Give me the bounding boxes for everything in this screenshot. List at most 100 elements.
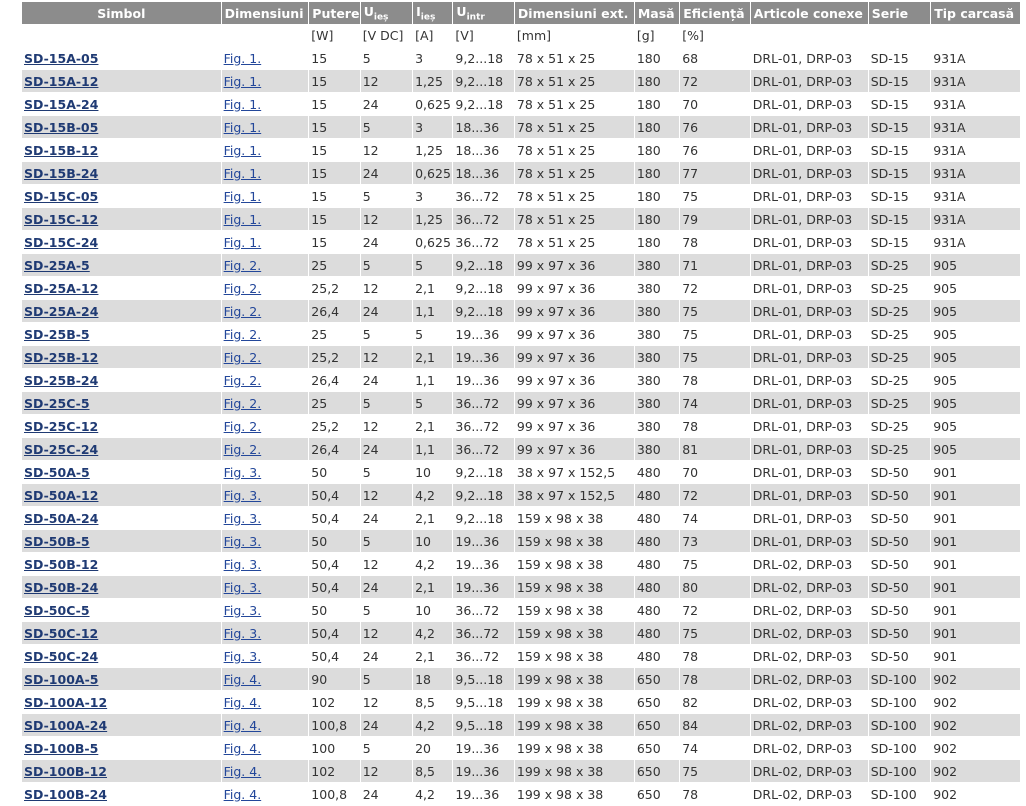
cell-u-out: 24 <box>360 300 413 322</box>
product-symbol-link[interactable]: SD-100B-12 <box>24 764 107 779</box>
figure-link[interactable]: Fig. 3. <box>224 534 262 549</box>
cell-power: 15 <box>309 231 360 253</box>
product-symbol-link[interactable]: SD-50A-5 <box>24 465 90 480</box>
figure-link[interactable]: Fig. 2. <box>224 373 262 388</box>
cell-series: SD-25 <box>868 438 931 460</box>
product-symbol-link[interactable]: SD-15B-24 <box>24 166 98 181</box>
product-symbol-link[interactable]: SD-25A-24 <box>24 304 98 319</box>
figure-link[interactable]: Fig. 4. <box>224 741 262 756</box>
cell-related-articles: DRL-02, DRP-03 <box>750 714 868 736</box>
product-symbol-link[interactable]: SD-50B-12 <box>24 557 98 572</box>
figure-link[interactable]: Fig. 3. <box>224 649 262 664</box>
product-symbol-link[interactable]: SD-100A-24 <box>24 718 107 733</box>
figure-link[interactable]: Fig. 1. <box>224 235 262 250</box>
product-symbol-link[interactable]: SD-15A-12 <box>24 74 98 89</box>
figure-link[interactable]: Fig. 2. <box>224 304 262 319</box>
figure-link[interactable]: Fig. 3. <box>224 626 262 641</box>
figure-link[interactable]: Fig. 1. <box>224 120 262 135</box>
figure-link[interactable]: Fig. 4. <box>224 764 262 779</box>
cell-case-type: 905 <box>931 369 1020 391</box>
figure-link[interactable]: Fig. 2. <box>224 442 262 457</box>
cell-u-in: 19...36 <box>453 553 514 575</box>
figure-link[interactable]: Fig. 1. <box>224 74 262 89</box>
cell-u-in: 9,2...18 <box>453 277 514 299</box>
figure-link[interactable]: Fig. 3. <box>224 580 262 595</box>
product-symbol-link[interactable]: SD-50C-12 <box>24 626 98 641</box>
cell-series: SD-100 <box>868 737 931 759</box>
cell-i-out: 4,2 <box>413 553 453 575</box>
cell-efficiency: 75 <box>680 300 750 322</box>
figure-link[interactable]: Fig. 2. <box>224 396 262 411</box>
product-symbol-link[interactable]: SD-50B-24 <box>24 580 98 595</box>
product-symbol-link[interactable]: SD-100A-5 <box>24 672 98 687</box>
cell-power: 26,4 <box>309 369 360 391</box>
product-symbol-link[interactable]: SD-15C-05 <box>24 189 98 204</box>
cell-case-type: 931A <box>931 231 1020 253</box>
cell-i-out: 2,1 <box>413 415 453 437</box>
figure-link[interactable]: Fig. 3. <box>224 488 262 503</box>
figure-link[interactable]: Fig. 3. <box>224 557 262 572</box>
figure-link[interactable]: Fig. 1. <box>224 212 262 227</box>
product-symbol-link[interactable]: SD-50C-5 <box>24 603 90 618</box>
cell-dimensions-fig: Fig. 1. <box>221 162 309 184</box>
cell-symbol: SD-100B-24 <box>22 783 221 805</box>
product-symbol-link[interactable]: SD-25C-5 <box>24 396 90 411</box>
product-symbol-link[interactable]: SD-50C-24 <box>24 649 98 664</box>
cell-case-type: 905 <box>931 438 1020 460</box>
cell-efficiency: 76 <box>680 139 750 161</box>
figure-link[interactable]: Fig. 2. <box>224 281 262 296</box>
product-symbol-link[interactable]: SD-15A-05 <box>24 51 98 66</box>
figure-link[interactable]: Fig. 3. <box>224 603 262 618</box>
product-symbol-link[interactable]: SD-100B-24 <box>24 787 107 802</box>
product-symbol-link[interactable]: SD-50B-5 <box>24 534 90 549</box>
cell-related-articles: DRL-01, DRP-03 <box>750 47 868 69</box>
product-symbol-link[interactable]: SD-25C-24 <box>24 442 98 457</box>
figure-link[interactable]: Fig. 2. <box>224 350 262 365</box>
figure-link[interactable]: Fig. 1. <box>224 51 262 66</box>
figure-link[interactable]: Fig. 4. <box>224 672 262 687</box>
cell-symbol: SD-100A-24 <box>22 714 221 736</box>
product-symbol-link[interactable]: SD-100B-5 <box>24 741 98 756</box>
product-symbol-link[interactable]: SD-25B-5 <box>24 327 90 342</box>
product-symbol-link[interactable]: SD-15C-12 <box>24 212 98 227</box>
cell-series: SD-50 <box>868 507 931 529</box>
product-symbol-link[interactable]: SD-15B-05 <box>24 120 98 135</box>
figure-link[interactable]: Fig. 1. <box>224 189 262 204</box>
cell-case-type: 901 <box>931 484 1020 506</box>
product-symbol-link[interactable]: SD-25B-24 <box>24 373 98 388</box>
cell-power: 102 <box>309 691 360 713</box>
figure-link[interactable]: Fig. 3. <box>224 511 262 526</box>
product-symbol-link[interactable]: SD-15B-12 <box>24 143 98 158</box>
figure-link[interactable]: Fig. 4. <box>224 718 262 733</box>
figure-link[interactable]: Fig. 2. <box>224 419 262 434</box>
figure-link[interactable]: Fig. 2. <box>224 327 262 342</box>
product-symbol-link[interactable]: SD-25B-12 <box>24 350 98 365</box>
product-symbol-link[interactable]: SD-15C-24 <box>24 235 98 250</box>
product-symbol-link[interactable]: SD-25A-5 <box>24 258 90 273</box>
cell-mass: 480 <box>634 553 680 575</box>
column-header-u-out: Uieș <box>360 2 413 24</box>
cell-efficiency: 75 <box>680 185 750 207</box>
product-symbol-link[interactable]: SD-50A-24 <box>24 511 98 526</box>
cell-u-out: 24 <box>360 507 413 529</box>
figure-link[interactable]: Fig. 1. <box>224 143 262 158</box>
product-symbol-link[interactable]: SD-50A-12 <box>24 488 98 503</box>
figure-link[interactable]: Fig. 1. <box>224 97 262 112</box>
cell-ext-dimensions: 159 x 98 x 38 <box>514 530 634 552</box>
product-symbol-link[interactable]: SD-15A-24 <box>24 97 98 112</box>
column-header-i-out: Iieș <box>413 2 453 24</box>
product-symbol-link[interactable]: SD-100A-12 <box>24 695 107 710</box>
figure-link[interactable]: Fig. 1. <box>224 166 262 181</box>
product-symbol-link[interactable]: SD-25A-12 <box>24 281 98 296</box>
figure-link[interactable]: Fig. 2. <box>224 258 262 273</box>
product-symbol-link[interactable]: SD-25C-12 <box>24 419 98 434</box>
cell-u-in: 19...36 <box>453 369 514 391</box>
cell-related-articles: DRL-01, DRP-03 <box>750 116 868 138</box>
cell-efficiency: 77 <box>680 162 750 184</box>
cell-power: 25 <box>309 392 360 414</box>
cell-u-out: 5 <box>360 599 413 621</box>
figure-link[interactable]: Fig. 3. <box>224 465 262 480</box>
figure-link[interactable]: Fig. 4. <box>224 787 262 802</box>
cell-symbol: SD-100A-5 <box>22 668 221 690</box>
figure-link[interactable]: Fig. 4. <box>224 695 262 710</box>
